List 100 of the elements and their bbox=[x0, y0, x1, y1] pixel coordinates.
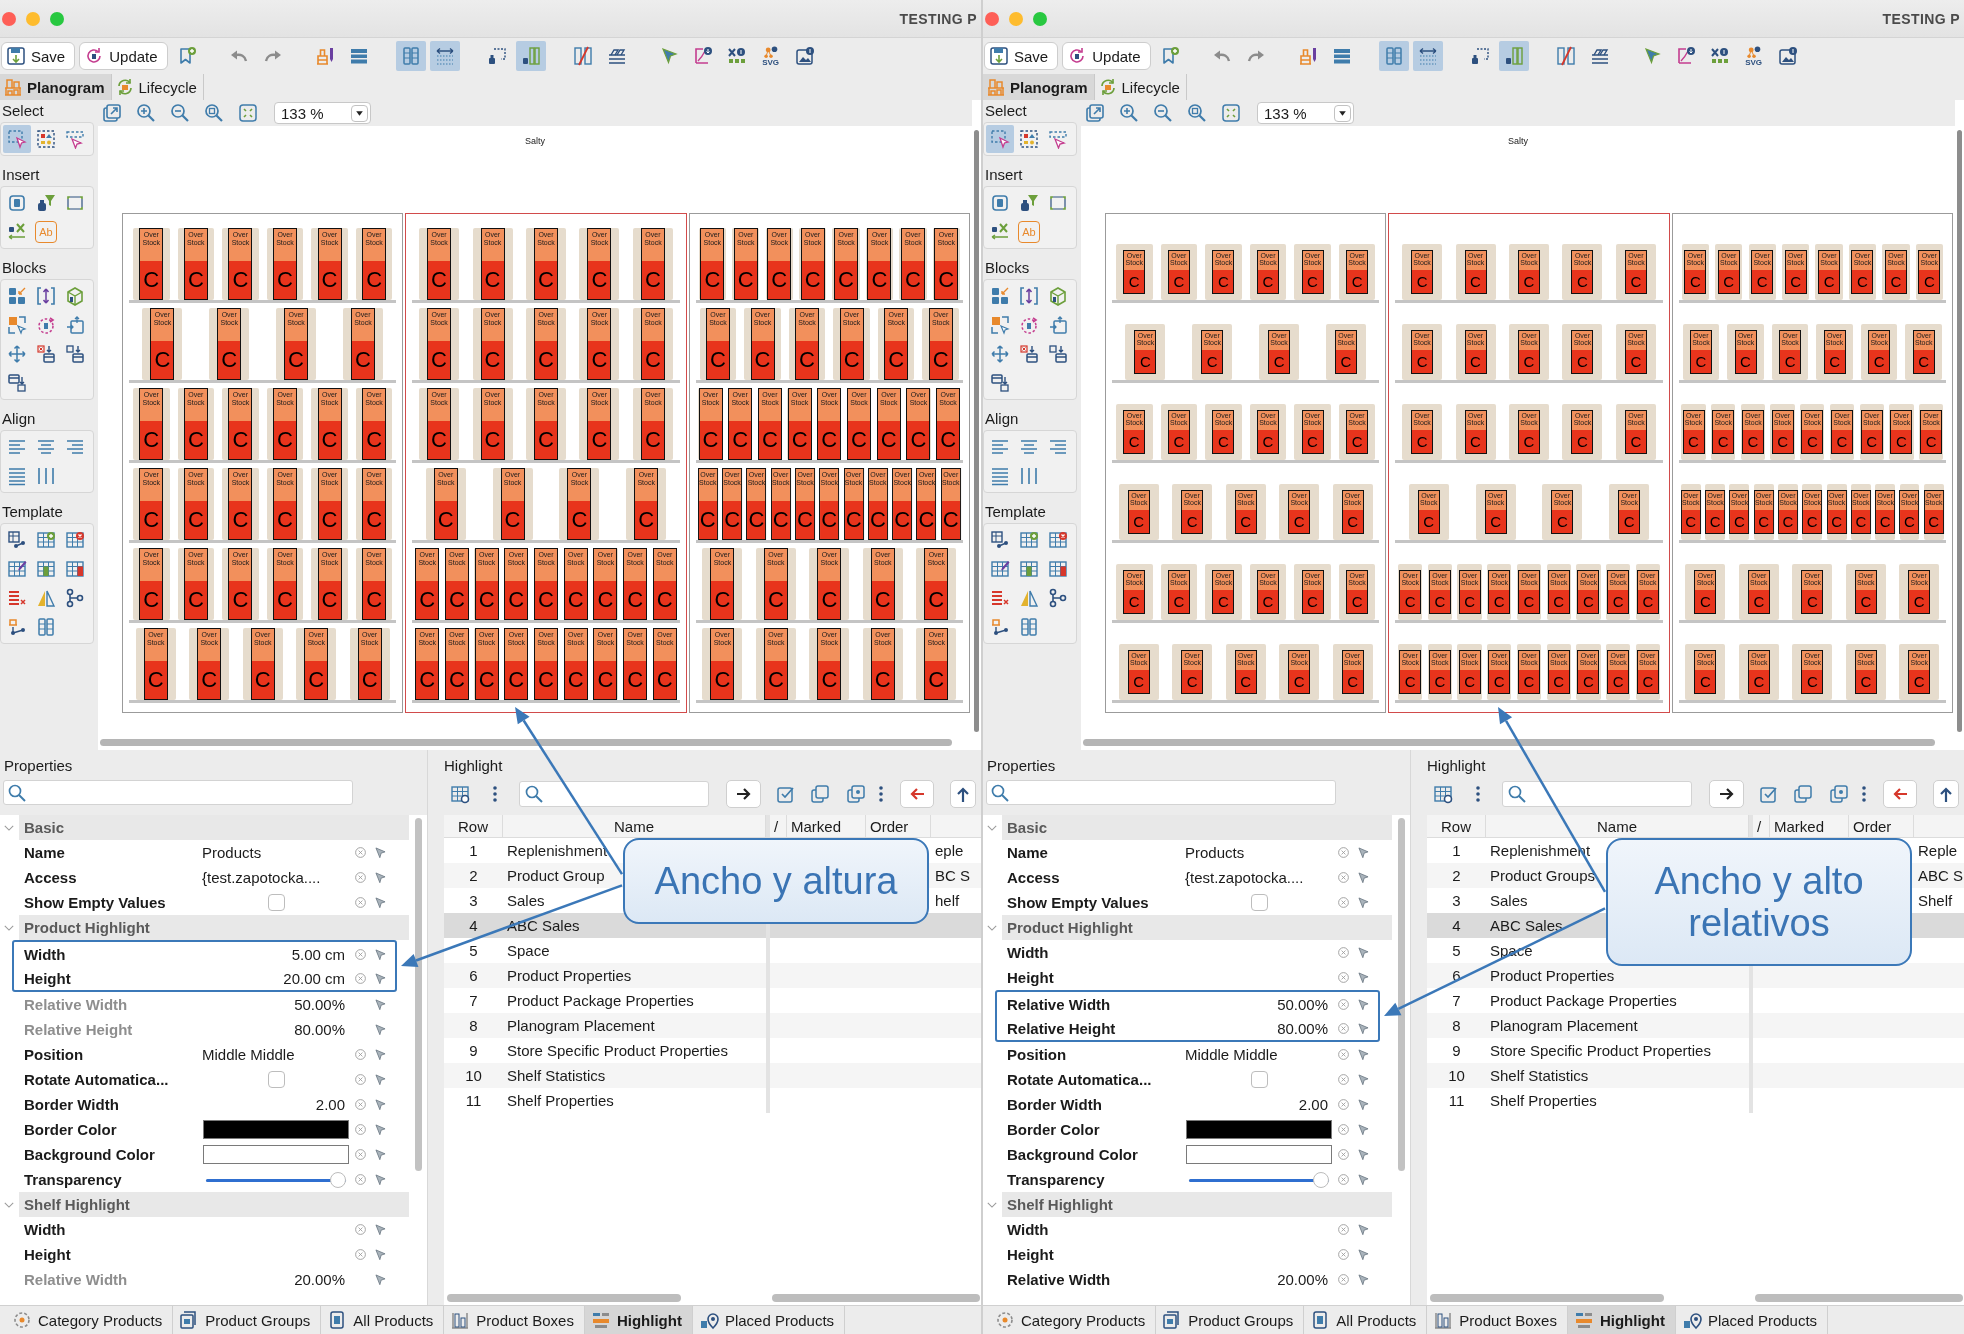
class-label: C bbox=[1135, 350, 1156, 374]
class-label: C bbox=[1128, 510, 1149, 534]
section-title: Template bbox=[1, 502, 63, 522]
class-label: C bbox=[925, 661, 948, 699]
property-label: Background Color bbox=[1007, 1146, 1138, 1163]
class-label: C bbox=[594, 581, 617, 619]
class-label: C bbox=[1802, 590, 1823, 614]
property-label: Border Color bbox=[24, 1121, 117, 1138]
class-label: C bbox=[1429, 590, 1450, 614]
class-label: C bbox=[1213, 590, 1234, 614]
class-label: C bbox=[624, 581, 647, 619]
class-label: C bbox=[588, 261, 611, 299]
table-cell: 1 bbox=[469, 842, 478, 859]
property-label: Height bbox=[1007, 1246, 1054, 1263]
class-label: C bbox=[1128, 670, 1149, 694]
class-label: C bbox=[1412, 430, 1433, 454]
class-label: C bbox=[1572, 270, 1593, 294]
class-label: C bbox=[1785, 270, 1806, 294]
property-value: {test.zapotocka.... bbox=[202, 869, 322, 886]
class-label: C bbox=[1302, 270, 1323, 294]
table-cell: Product Group bbox=[507, 867, 605, 884]
class-label: C bbox=[1819, 270, 1840, 294]
section-title: Insert bbox=[984, 165, 1023, 185]
class-label: C bbox=[445, 661, 468, 699]
group-title: Shelf Highlight bbox=[24, 1196, 130, 1213]
property-label: Relative Width bbox=[24, 1271, 128, 1288]
class-label: C bbox=[1548, 670, 1569, 694]
table-cell: 10 bbox=[465, 1067, 482, 1084]
class-label: C bbox=[588, 341, 611, 379]
class-label: C bbox=[840, 341, 863, 379]
property-value: 80.00% bbox=[1276, 1019, 1329, 1037]
class-label: C bbox=[1429, 670, 1450, 694]
class-label: C bbox=[144, 661, 167, 699]
property-label: Access bbox=[1007, 869, 1060, 886]
class-label: C bbox=[1748, 590, 1769, 614]
class-label: C bbox=[711, 581, 734, 619]
property-label: Transparency bbox=[24, 1171, 122, 1188]
class-label: C bbox=[1465, 270, 1486, 294]
class-label: C bbox=[907, 421, 930, 459]
table-cell: 2 bbox=[1452, 867, 1461, 884]
class-label: C bbox=[1690, 350, 1711, 374]
class-label: C bbox=[428, 421, 451, 459]
class-label: C bbox=[1900, 510, 1919, 534]
property-value: Products bbox=[202, 844, 263, 861]
class-label: C bbox=[701, 261, 724, 299]
class-label: C bbox=[475, 661, 498, 699]
class-label: C bbox=[768, 261, 791, 299]
class-label: C bbox=[501, 501, 524, 539]
property-label: Height bbox=[24, 1246, 71, 1263]
class-label: C bbox=[1885, 270, 1906, 294]
class-label: C bbox=[318, 261, 341, 299]
class-label: C bbox=[1335, 350, 1356, 374]
class-label: C bbox=[820, 501, 839, 539]
class-label: C bbox=[1578, 670, 1599, 694]
property-label: Position bbox=[1007, 1046, 1067, 1063]
class-label: C bbox=[1802, 430, 1823, 454]
class-label: C bbox=[929, 341, 952, 379]
class-label: C bbox=[1124, 270, 1145, 294]
class-label: C bbox=[698, 501, 717, 539]
property-label: Rotate Automatica... bbox=[24, 1071, 169, 1088]
class-label: C bbox=[1347, 270, 1368, 294]
group-title: Basic bbox=[24, 819, 65, 836]
property-value: 20.00% bbox=[293, 1271, 346, 1288]
section-title: Align bbox=[984, 409, 1019, 429]
property-label: Border Color bbox=[1007, 1121, 1100, 1138]
class-label: C bbox=[428, 261, 451, 299]
class-label: C bbox=[1202, 350, 1223, 374]
class-label: C bbox=[901, 261, 924, 299]
class-label: C bbox=[564, 661, 587, 699]
class-label: C bbox=[1572, 350, 1593, 374]
class-label: C bbox=[1489, 590, 1510, 614]
class-label: C bbox=[1803, 510, 1822, 534]
class-label: C bbox=[653, 661, 676, 699]
class-label: C bbox=[229, 261, 252, 299]
property-value: 80.00% bbox=[293, 1021, 346, 1038]
class-label: C bbox=[1706, 510, 1725, 534]
class-label: C bbox=[140, 261, 163, 299]
class-label: C bbox=[1213, 270, 1234, 294]
class-label: C bbox=[229, 501, 252, 539]
property-label: Name bbox=[1007, 844, 1048, 861]
class-label: C bbox=[351, 341, 374, 379]
class-label: C bbox=[893, 501, 912, 539]
class-label: C bbox=[1302, 590, 1323, 614]
class-label: C bbox=[1519, 430, 1539, 454]
property-value: Middle Middle bbox=[202, 1046, 296, 1063]
class-label: C bbox=[1752, 270, 1773, 294]
class-label: C bbox=[184, 261, 207, 299]
table-cell: Reple bbox=[1918, 842, 1958, 859]
class-label: C bbox=[318, 421, 341, 459]
table-cell: Product Properties bbox=[1490, 967, 1615, 984]
class-label: C bbox=[1257, 590, 1278, 614]
class-label: C bbox=[1182, 510, 1203, 534]
property-value: {test.zapotocka.... bbox=[1185, 869, 1305, 886]
class-label: C bbox=[140, 501, 163, 539]
class-label: C bbox=[1519, 670, 1539, 694]
table-cell: ABC Sales bbox=[1490, 917, 1563, 934]
class-label: C bbox=[1400, 670, 1421, 694]
class-label: C bbox=[1695, 670, 1716, 694]
class-label: C bbox=[925, 581, 948, 619]
table-cell: 11 bbox=[1448, 1092, 1465, 1109]
